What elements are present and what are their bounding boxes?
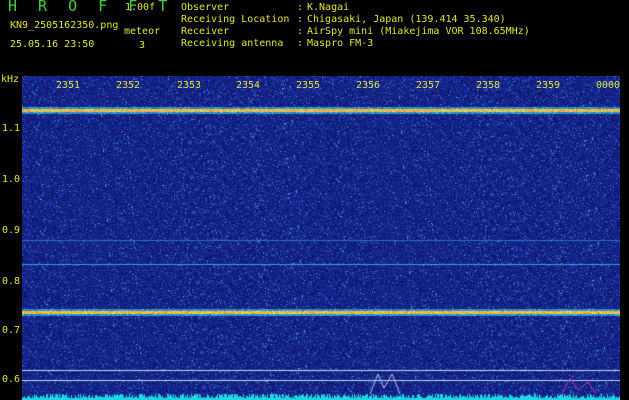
y-tick-0-9: 0.9 — [1, 225, 20, 236]
receiver-colon: : — [297, 26, 304, 37]
x-tick-2357: 2357 — [416, 80, 441, 91]
x-tick-2356: 2356 — [356, 80, 381, 91]
location-colon: : — [297, 14, 304, 25]
x-tick-2359: 2359 — [536, 80, 561, 91]
meteor-count: 3 — [139, 40, 146, 51]
spectrogram-canvas — [22, 76, 620, 400]
antenna-colon: : — [297, 38, 304, 49]
meteor-label: meteor — [124, 26, 161, 37]
x-tick-2354: 2354 — [236, 80, 261, 91]
location-value: Chigasaki, Japan (139.414 35.340) — [307, 14, 506, 25]
datetime-label: 25.05.16 23:50 — [10, 39, 95, 50]
y-tick-0-8: 0.8 — [1, 276, 20, 287]
antenna-key: Receiving antenna — [181, 38, 284, 49]
x-tick-0000: 0000 — [596, 80, 621, 91]
y-axis-unit: kHz — [1, 74, 20, 85]
location-key: Receiving Location — [181, 14, 290, 25]
x-tick-2355: 2355 — [296, 80, 321, 91]
x-tick-2353: 2353 — [177, 80, 202, 91]
x-tick-2358: 2358 — [476, 80, 501, 91]
receiver-value: AirSpy mini (Miakejima VOR 108.65MHz) — [307, 26, 530, 37]
observer-key: Observer — [181, 2, 230, 13]
plot-right-border — [620, 76, 629, 400]
x-tick-2352: 2352 — [116, 80, 141, 91]
x-tick-2351: 2351 — [56, 80, 81, 91]
filename-label: KN9_2505162350.png — [10, 20, 119, 31]
y-tick-0-6: 0.6 — [1, 374, 20, 385]
spectrogram-plot — [22, 76, 620, 400]
y-tick-0-7: 0.7 — [1, 325, 20, 336]
header-panel: H R O F F T 1.00f KN9_2505162350.png met… — [0, 0, 629, 72]
observer-colon: : — [297, 2, 304, 13]
y-tick-1-1: 1.1 — [1, 123, 20, 134]
receiver-key: Receiver — [181, 26, 230, 37]
version-label: 1.00f — [125, 2, 156, 13]
antenna-value: Maspro FM-3 — [307, 38, 374, 49]
observer-value: K.Nagai — [307, 2, 350, 13]
y-tick-1-0: 1.0 — [1, 174, 20, 185]
